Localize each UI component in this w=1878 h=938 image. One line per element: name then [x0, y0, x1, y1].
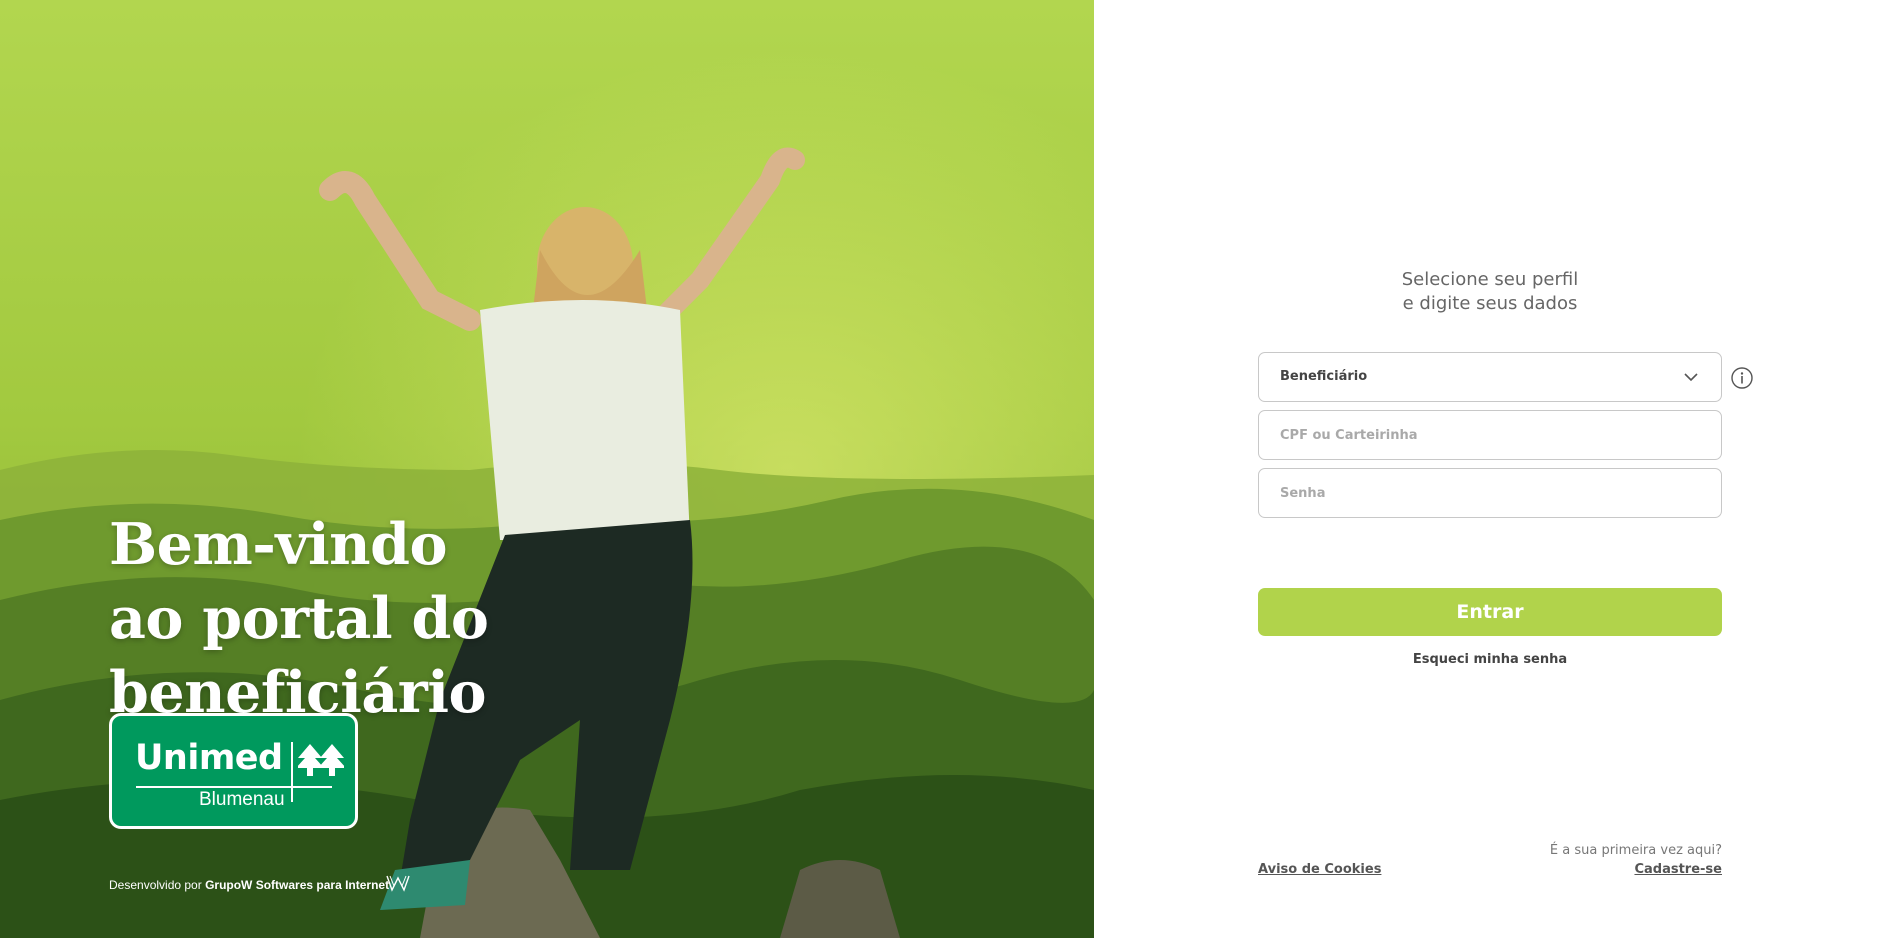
developer-credit: Desenvolvido por GrupoW Softwares para I…: [109, 878, 389, 892]
credit-company: GrupoW Softwares para Internet: [205, 878, 390, 892]
chevron-down-icon: [1684, 373, 1698, 382]
info-icon[interactable]: [1730, 366, 1754, 390]
hero-title-line: ao portal do: [109, 585, 489, 653]
profile-select[interactable]: Beneficiário: [1258, 352, 1722, 402]
first-time-text: É a sua primeira vez aqui?: [1549, 843, 1722, 858]
signup-link[interactable]: Cadastre-se: [1634, 862, 1722, 877]
unimed-logo: Unimed Blumenau: [109, 713, 358, 829]
credit-prefix: Desenvolvido por: [109, 878, 202, 892]
heading-line: e digite seus dados: [1402, 293, 1578, 314]
logo-wordmark: Unimed: [135, 738, 283, 778]
cpf-input[interactable]: [1259, 411, 1721, 459]
logo-city: Blumenau: [199, 789, 285, 810]
cookies-notice-link[interactable]: Aviso de Cookies: [1258, 862, 1381, 877]
login-heading: Selecione seu perfil e digite seus dados: [1258, 268, 1722, 316]
hero-title-line: Bem-vindo: [109, 511, 448, 579]
profile-select-value: Beneficiário: [1280, 369, 1368, 384]
logo-divider: [291, 742, 293, 802]
login-button[interactable]: Entrar: [1258, 588, 1722, 636]
cpf-field: [1258, 410, 1722, 460]
password-field: [1258, 468, 1722, 518]
password-input[interactable]: [1259, 469, 1721, 517]
login-panel: Selecione seu perfil e digite seus dados…: [1094, 0, 1878, 938]
heading-line: Selecione seu perfil: [1401, 269, 1579, 290]
grupow-logo-icon: [386, 875, 410, 892]
pine-trees-icon: [298, 744, 344, 776]
hero-panel: Bem-vindo ao portal do beneficiário Unim…: [0, 0, 1094, 938]
logo-divider: [136, 786, 332, 788]
forgot-password-link[interactable]: Esqueci minha senha: [1258, 652, 1722, 667]
hero-title: Bem-vindo ao portal do beneficiário: [109, 508, 529, 730]
